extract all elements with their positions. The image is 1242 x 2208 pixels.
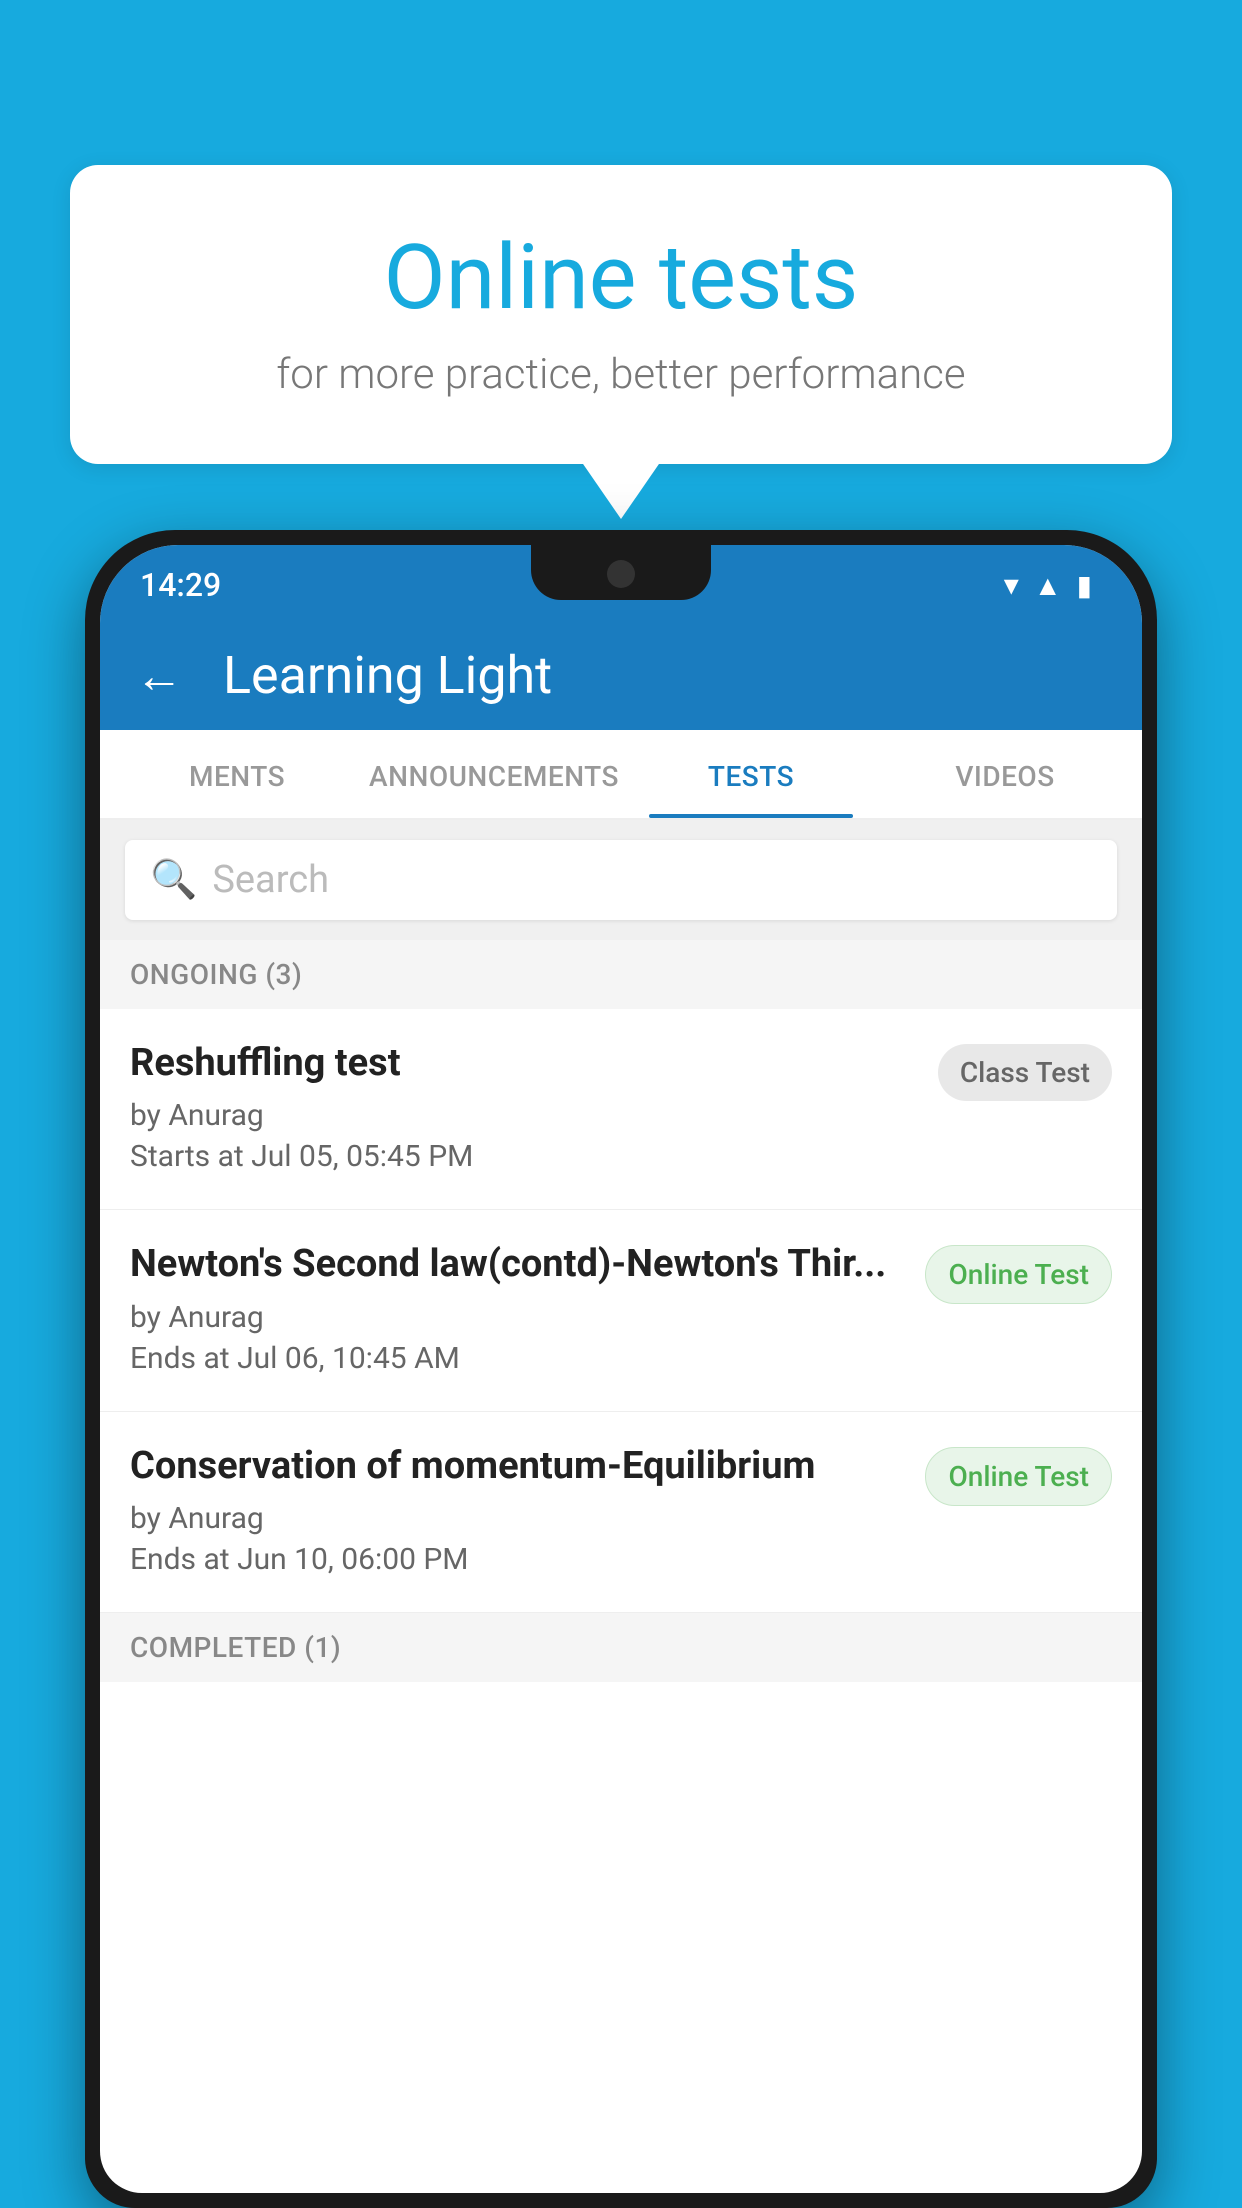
test-item-conservation[interactable]: Conservation of momentum-Equilibrium by … bbox=[100, 1412, 1142, 1613]
signal-icon: ▲ bbox=[1034, 569, 1062, 602]
phone-notch bbox=[531, 545, 711, 600]
test-time-value-2: Jul 06, 10:45 AM bbox=[237, 1341, 460, 1376]
test-author-1: by Anurag bbox=[130, 1098, 918, 1133]
tabs-container: MENTS ANNOUNCEMENTS TESTS VIDEOS bbox=[100, 730, 1142, 820]
test-badge-2: Online Test bbox=[925, 1245, 1112, 1304]
status-icons: ▾ ▲ ▮ bbox=[1004, 568, 1092, 603]
test-time-label-3: Ends at bbox=[130, 1542, 230, 1577]
tab-tests[interactable]: TESTS bbox=[624, 730, 878, 818]
test-info-1: Reshuffling test by Anurag Starts at Jul… bbox=[130, 1039, 918, 1174]
phone-frame: 14:29 ▾ ▲ ▮ ← Learning Light MENTS ANNOU… bbox=[85, 530, 1157, 2208]
battery-icon: ▮ bbox=[1077, 569, 1092, 602]
test-time-1: Starts at Jul 05, 05:45 PM bbox=[130, 1139, 918, 1174]
test-time-label-1: Starts at bbox=[130, 1139, 244, 1174]
test-name-2: Newton's Second law(contd)-Newton's Thir… bbox=[130, 1240, 905, 1289]
bubble-title: Online tests bbox=[150, 225, 1092, 330]
test-time-value-1: Jul 05, 05:45 PM bbox=[251, 1139, 473, 1174]
test-info-2: Newton's Second law(contd)-Newton's Thir… bbox=[130, 1240, 905, 1375]
completed-title: COMPLETED (1) bbox=[130, 1631, 341, 1664]
status-time: 14:29 bbox=[140, 566, 221, 604]
bubble-subtitle: for more practice, better performance bbox=[150, 350, 1092, 399]
app-title: Learning Light bbox=[223, 645, 552, 706]
search-placeholder: Search bbox=[212, 858, 329, 902]
ongoing-section-header: ONGOING (3) bbox=[100, 940, 1142, 1009]
test-info-3: Conservation of momentum-Equilibrium by … bbox=[130, 1442, 905, 1577]
test-author-3: by Anurag bbox=[130, 1501, 905, 1536]
tab-ments[interactable]: MENTS bbox=[110, 730, 364, 818]
search-container: 🔍 Search bbox=[100, 820, 1142, 940]
test-author-2: by Anurag bbox=[130, 1300, 905, 1335]
test-badge-3: Online Test bbox=[925, 1447, 1112, 1506]
app-bar: ← Learning Light bbox=[100, 620, 1142, 730]
test-time-2: Ends at Jul 06, 10:45 AM bbox=[130, 1341, 905, 1376]
test-time-3: Ends at Jun 10, 06:00 PM bbox=[130, 1542, 905, 1577]
tab-videos[interactable]: VIDEOS bbox=[878, 730, 1132, 818]
test-name-3: Conservation of momentum-Equilibrium bbox=[130, 1442, 905, 1491]
search-input-wrapper[interactable]: 🔍 Search bbox=[125, 840, 1117, 920]
speech-bubble: Online tests for more practice, better p… bbox=[70, 165, 1172, 464]
back-button[interactable]: ← bbox=[135, 647, 183, 704]
test-item-newtons[interactable]: Newton's Second law(contd)-Newton's Thir… bbox=[100, 1210, 1142, 1411]
phone-screen: 14:29 ▾ ▲ ▮ ← Learning Light MENTS ANNOU… bbox=[100, 545, 1142, 2193]
test-time-value-3: Jun 10, 06:00 PM bbox=[237, 1542, 468, 1577]
tab-announcements[interactable]: ANNOUNCEMENTS bbox=[364, 730, 624, 818]
ongoing-title: ONGOING (3) bbox=[130, 958, 302, 991]
completed-section-header: COMPLETED (1) bbox=[100, 1613, 1142, 1682]
camera-notch bbox=[607, 560, 635, 588]
search-icon: 🔍 bbox=[150, 858, 197, 902]
test-name-1: Reshuffling test bbox=[130, 1039, 918, 1088]
wifi-icon: ▾ bbox=[1004, 568, 1019, 603]
test-item-reshuffling[interactable]: Reshuffling test by Anurag Starts at Jul… bbox=[100, 1009, 1142, 1210]
test-badge-1: Class Test bbox=[938, 1044, 1112, 1101]
test-time-label-2: Ends at bbox=[130, 1341, 230, 1376]
